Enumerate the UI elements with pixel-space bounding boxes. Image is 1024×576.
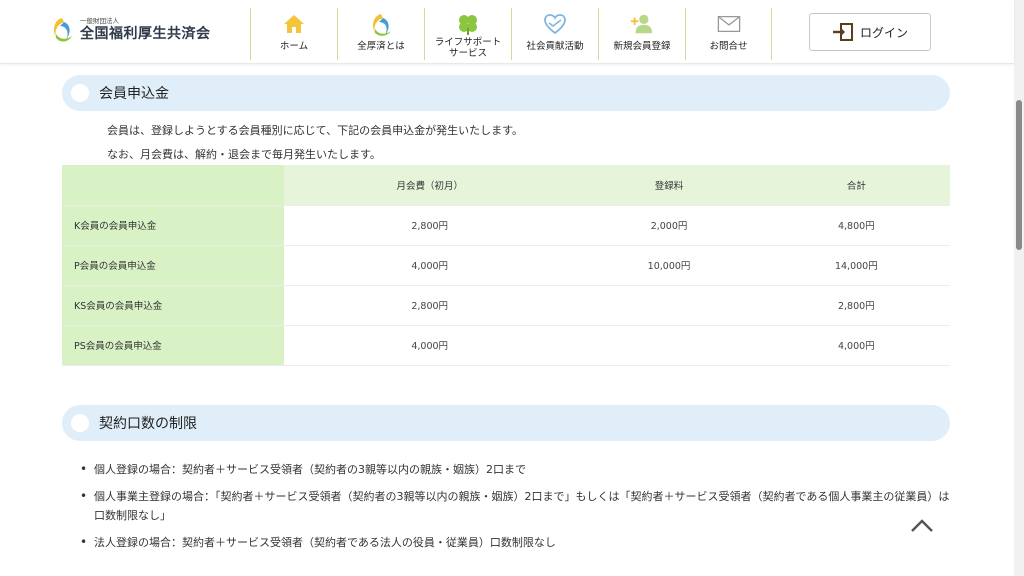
logo-mark-icon [54, 18, 72, 42]
heart-hands-icon [543, 12, 567, 36]
nav-label-life-support-1: ライフサポート [434, 37, 502, 48]
login-button[interactable]: ログイン [809, 13, 931, 51]
nav-item-life-support[interactable]: ライフサポート サービス [424, 8, 511, 60]
table-header-cell: 登録料 [575, 165, 763, 206]
clover-icon [456, 12, 480, 36]
nav-item-register[interactable]: 新規会員登録 [598, 8, 685, 60]
logo-title: 全国福利厚生共済会 [80, 26, 211, 42]
table-cell: 2,800円 [284, 205, 576, 246]
fee-table: 月会費（初月） 登録料 合計 K会員の会員申込金 2,800円 2,000円 4… [62, 165, 950, 366]
page-scrollbar[interactable] [1014, 0, 1024, 576]
nav-label-home: ホーム [279, 41, 309, 52]
table-row: P会員の会員申込金 4,000円 10,000円 14,000円 [62, 245, 950, 286]
table-cell: 2,000円 [575, 205, 763, 246]
nav-item-about[interactable]: 全厚済とは [337, 8, 424, 60]
table-row-label: PS会員の会員申込金 [62, 325, 284, 366]
table-cell: 4,000円 [284, 325, 576, 366]
table-cell: 2,800円 [762, 285, 950, 326]
section-heading-fees: 会員申込金 [62, 75, 950, 111]
main-nav: ホーム 全厚済とは ライフサポート サービス 社会貢献活動 新規会員登録 お問合… [250, 8, 772, 60]
nav-item-contact[interactable]: お問合せ [685, 8, 772, 60]
section-title-fees: 会員申込金 [99, 86, 169, 102]
nav-item-home[interactable]: ホーム [250, 8, 337, 60]
table-row: K会員の会員申込金 2,800円 2,000円 4,800円 [62, 205, 950, 246]
fees-description-2: なお、月会費は、解約・退会まで毎月発生いたします。 [107, 148, 381, 161]
nav-label-about: 全厚済とは [357, 41, 405, 52]
logo-swirl-icon [369, 12, 393, 36]
login-icon [832, 23, 853, 41]
add-user-icon [630, 12, 654, 36]
section-heading-limits: 契約口数の制限 [62, 405, 950, 441]
site-header: 一般財団法人 全国福利厚生共済会 ホーム 全厚済とは ライフサポート サービス … [0, 0, 1014, 64]
list-item: 個人事業主登録の場合：「契約者＋サービス受領者（契約者の3親等以内の親族・姻族）… [80, 487, 950, 525]
section-dot-icon [71, 414, 89, 432]
nav-label-contact: お問合せ [709, 41, 748, 52]
back-to-top-chevron-icon[interactable] [910, 517, 934, 533]
table-header-cell: 月会費（初月） [284, 165, 576, 206]
list-item: 法人登録の場合：契約者＋サービス受領者（契約者である法人の役員・従業員）口数制限… [80, 533, 950, 552]
table-cell: 4,000円 [284, 245, 576, 286]
table-header-cell [62, 165, 284, 206]
table-row-label: KS会員の会員申込金 [62, 285, 284, 326]
table-cell: 14,000円 [762, 245, 950, 286]
home-icon [282, 12, 306, 36]
mail-icon [717, 12, 741, 36]
table-cell: 2,800円 [284, 285, 576, 326]
nav-label-life-support-2: サービス [448, 48, 487, 59]
scrollbar-thumb[interactable] [1016, 100, 1022, 250]
section-title-limits: 契約口数の制限 [99, 416, 197, 432]
table-cell: 10,000円 [575, 245, 763, 286]
table-row-label: K会員の会員申込金 [62, 205, 284, 246]
table-header-row: 月会費（初月） 登録料 合計 [62, 165, 950, 206]
nav-item-social[interactable]: 社会貢献活動 [511, 8, 598, 60]
login-label: ログイン [859, 25, 908, 40]
logo-subtitle: 一般財団法人 [80, 17, 119, 25]
table-row: PS会員の会員申込金 4,000円 4,000円 [62, 325, 950, 366]
limits-list: 個人登録の場合：契約者＋サービス受領者（契約者の3親等以内の親族・姻族）2口まで… [80, 460, 950, 560]
table-cell: 4,800円 [762, 205, 950, 246]
table-row: KS会員の会員申込金 2,800円 2,800円 [62, 285, 950, 326]
nav-label-register: 新規会員登録 [613, 41, 671, 52]
table-header-cell: 合計 [762, 165, 950, 206]
fees-description-1: 会員は、登録しようとする会員種別に応じて、下記の会員申込金が発生いたします。 [107, 124, 524, 137]
table-cell: 4,000円 [762, 325, 950, 366]
section-dot-icon [71, 84, 89, 102]
nav-label-social: 社会貢献活動 [526, 41, 584, 52]
table-cell [575, 285, 763, 326]
list-item: 個人登録の場合：契約者＋サービス受領者（契約者の3親等以内の親族・姻族）2口まで [80, 460, 950, 479]
table-cell [575, 325, 763, 366]
site-logo[interactable]: 一般財団法人 全国福利厚生共済会 [50, 16, 211, 44]
table-row-label: P会員の会員申込金 [62, 245, 284, 286]
